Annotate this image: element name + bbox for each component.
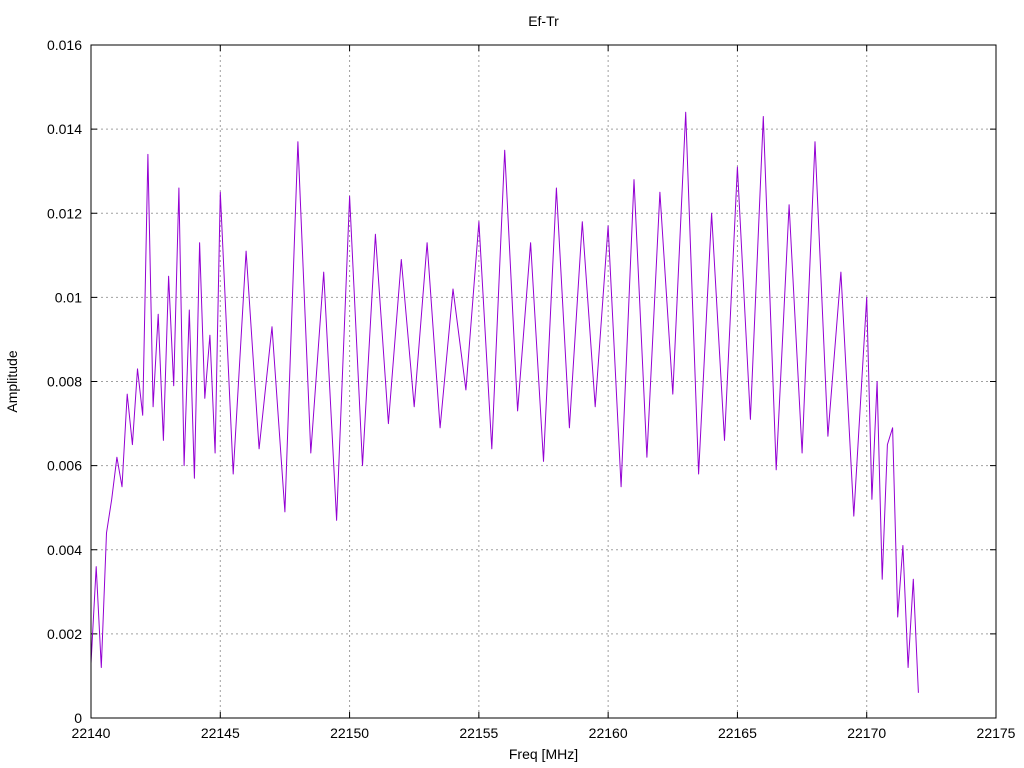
chart: Ef-Tr Freq [MHz] Amplitude 22140 22145 221… (4, 13, 1016, 762)
x-tick-label: 22160 (589, 725, 628, 741)
y-tick-label: 0.006 (47, 458, 82, 474)
y-axis-label: Amplitude (4, 350, 20, 412)
x-tick-label: 22140 (72, 725, 111, 741)
x-tick-labels: 22140 22145 22150 22155 22160 22165 22170 22175 (72, 725, 1016, 741)
x-tick-label: 22155 (459, 725, 498, 741)
x-tick-label: 22150 (330, 725, 369, 741)
x-tick-label: 22170 (847, 725, 886, 741)
x-tick-label: 22175 (977, 725, 1016, 741)
y-tick-label: 0.012 (47, 205, 82, 221)
y-tick-labels: 0 0.002 0.004 0.006 0.008 0.01 0.012 0.014 0.016 (47, 37, 82, 726)
x-tick-label: 22145 (201, 725, 240, 741)
y-tick-label: 0.002 (47, 626, 82, 642)
y-tick-label: 0.016 (47, 37, 82, 53)
y-tick-label: 0.01 (55, 289, 82, 305)
series-layer (90, 111, 919, 693)
y-tick-label: 0.014 (47, 121, 82, 137)
y-tick-label: 0.008 (47, 374, 82, 390)
x-axis-label: Freq [MHz] (509, 746, 578, 762)
series-line (90, 111, 919, 693)
x-tick-label: 22165 (718, 725, 757, 741)
chart-title: Ef-Tr (528, 13, 559, 29)
y-tick-label: 0 (74, 710, 82, 726)
y-tick-label: 0.004 (47, 542, 82, 558)
grid-layer (91, 45, 996, 718)
